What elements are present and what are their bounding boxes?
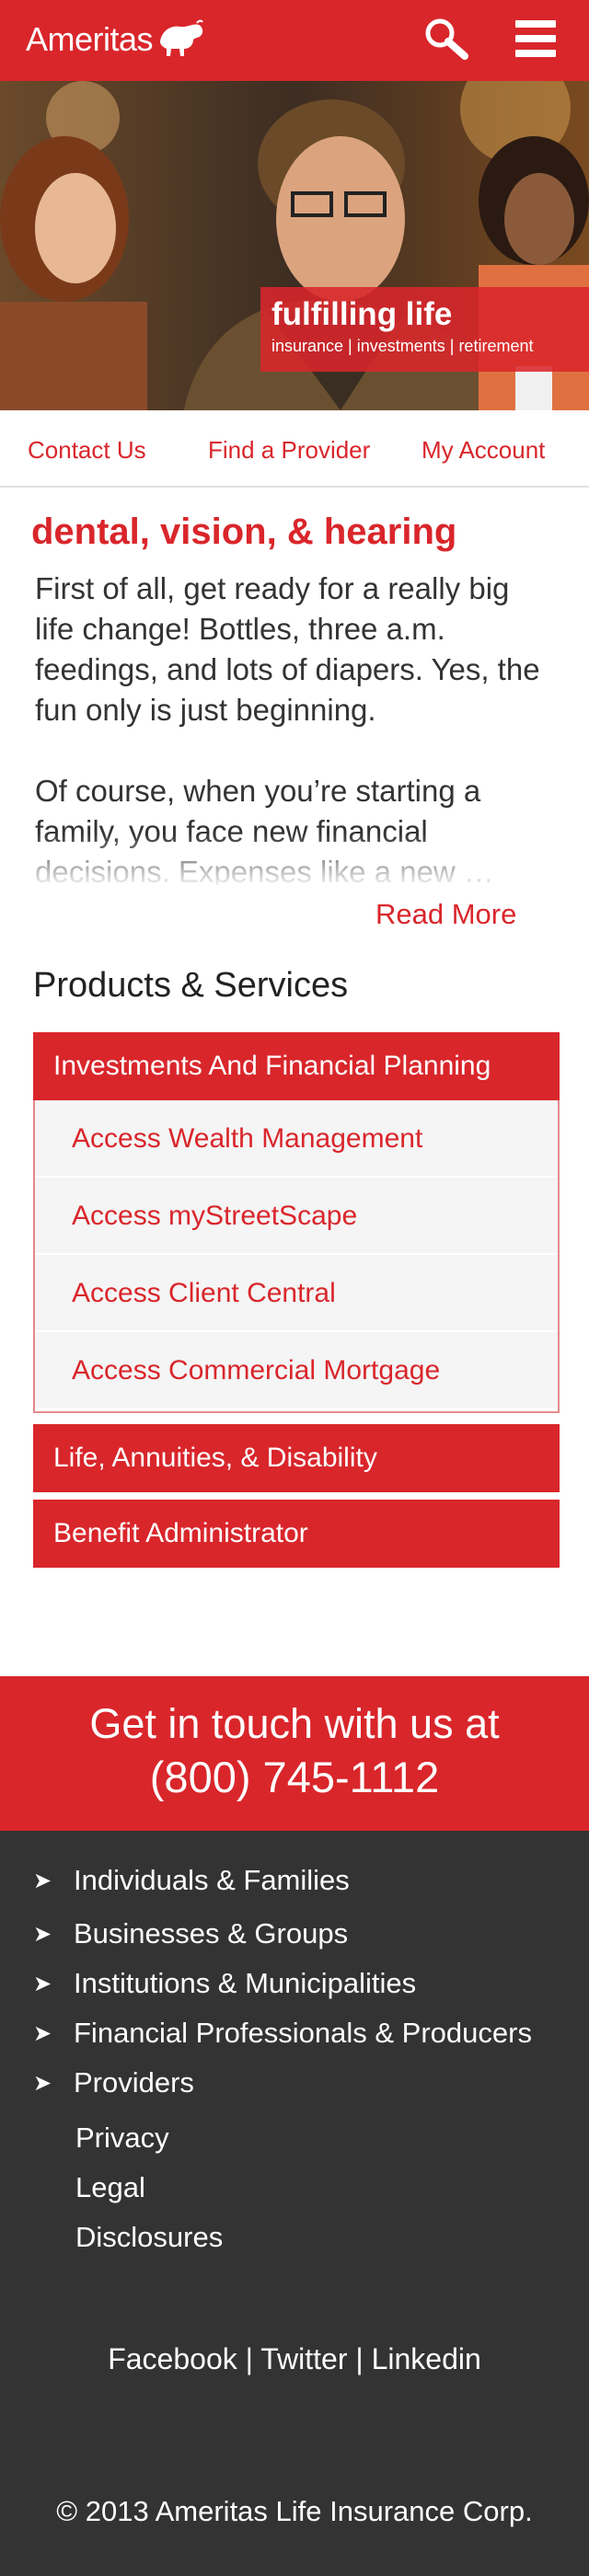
search-icon xyxy=(425,18,468,60)
contact-line: Get in touch with us at xyxy=(89,1700,500,1747)
hero-banner: fulfilling life insurance | investments … xyxy=(0,81,589,410)
footer-nav-item[interactable]: ➤ Financial Professionals & Producers xyxy=(33,2017,532,2050)
privacy-link[interactable]: Privacy xyxy=(75,2122,169,2155)
facebook-link[interactable]: Facebook xyxy=(108,2342,237,2375)
intro-paragraph-1: First of all, get ready for a really big… xyxy=(35,571,540,727)
footer: ➤ Individuals & Families ➤ Businesses & … xyxy=(0,1831,589,2576)
top-bar: Ameritas xyxy=(0,0,589,81)
accordion-benefit-administrator[interactable]: Benefit Administrator xyxy=(33,1500,560,1568)
products-heading: Products & Services xyxy=(33,966,349,1005)
footer-nav-label: Businesses & Groups xyxy=(74,1917,349,1949)
hero-caption: fulfilling life insurance | investments … xyxy=(260,287,589,372)
access-commercial-mortgage-link[interactable]: Access Commercial Mortgage xyxy=(35,1332,558,1409)
hamburger-menu-button[interactable] xyxy=(512,17,561,64)
footer-nav-label: Financial Professionals & Producers xyxy=(74,2017,532,2049)
access-mystreetscape-link[interactable]: Access myStreetScape xyxy=(35,1178,558,1255)
bison-icon xyxy=(160,19,203,56)
copyright: © 2013 Ameritas Life Insurance Corp. xyxy=(56,2495,533,2527)
contact-banner: Get in touch with us at (800) 745-1112 xyxy=(0,1676,589,1831)
contact-us-link[interactable]: Contact Us xyxy=(28,436,146,465)
menu-bar-middle xyxy=(515,35,556,42)
twitter-link[interactable]: Twitter xyxy=(260,2342,347,2375)
hero-title: fulfilling life xyxy=(271,296,453,332)
accordion-investments[interactable]: Investments And Financial Planning xyxy=(33,1032,560,1100)
investments-submenu: Access Wealth Management Access myStreet… xyxy=(33,1100,560,1413)
access-client-central-link[interactable]: Access Client Central xyxy=(35,1255,558,1332)
social-links: Facebook | Twitter | Linkedin xyxy=(0,2342,589,2376)
arrow-right-icon: ➤ xyxy=(33,1921,52,1947)
arrow-right-icon: ➤ xyxy=(33,2070,52,2096)
hero-subtitle: insurance | investments | retirement xyxy=(271,337,534,355)
accordion-life-annuities[interactable]: Life, Annuities, & Disability xyxy=(33,1424,560,1492)
find-a-provider-link[interactable]: Find a Provider xyxy=(208,436,370,465)
read-more-link[interactable]: Read More xyxy=(375,898,516,931)
my-account-link[interactable]: My Account xyxy=(422,436,545,465)
logo-text: Ameritas xyxy=(26,20,154,58)
footer-nav-label: Providers xyxy=(74,2066,194,2099)
quick-links-bar: Contact Us Find a Provider My Account xyxy=(0,410,589,488)
footer-nav-label: Individuals & Families xyxy=(74,1864,350,1896)
linkedin-link[interactable]: Linkedin xyxy=(372,2342,481,2375)
ameritas-logo[interactable]: Ameritas xyxy=(26,17,206,63)
footer-nav-item[interactable]: ➤ Businesses & Groups xyxy=(33,1917,348,1950)
footer-nav-label: Institutions & Municipalities xyxy=(74,1967,417,1999)
arrow-right-icon: ➤ xyxy=(33,1868,52,1893)
arrow-right-icon: ➤ xyxy=(33,2020,52,2046)
disclosures-link[interactable]: Disclosures xyxy=(75,2221,223,2254)
access-wealth-management-link[interactable]: Access Wealth Management xyxy=(35,1100,558,1178)
footer-nav-item[interactable]: ➤ Providers xyxy=(33,2066,194,2099)
phone-number-link[interactable]: (800) 745-1112 xyxy=(0,1750,589,1805)
page-title: dental, vision, & hearing xyxy=(31,512,457,552)
footer-nav-item[interactable]: ➤ Institutions & Municipalities xyxy=(33,1967,416,2000)
search-button[interactable] xyxy=(422,15,475,66)
footer-nav-item[interactable]: ➤ Individuals & Families xyxy=(33,1864,350,1897)
arrow-right-icon: ➤ xyxy=(33,1971,52,1996)
text-fade-overlay xyxy=(0,834,589,889)
menu-bar-top xyxy=(515,20,556,28)
social-separator: | xyxy=(355,2342,372,2375)
social-separator: | xyxy=(245,2342,261,2375)
legal-link[interactable]: Legal xyxy=(75,2171,145,2204)
menu-bar-bottom xyxy=(515,50,556,57)
